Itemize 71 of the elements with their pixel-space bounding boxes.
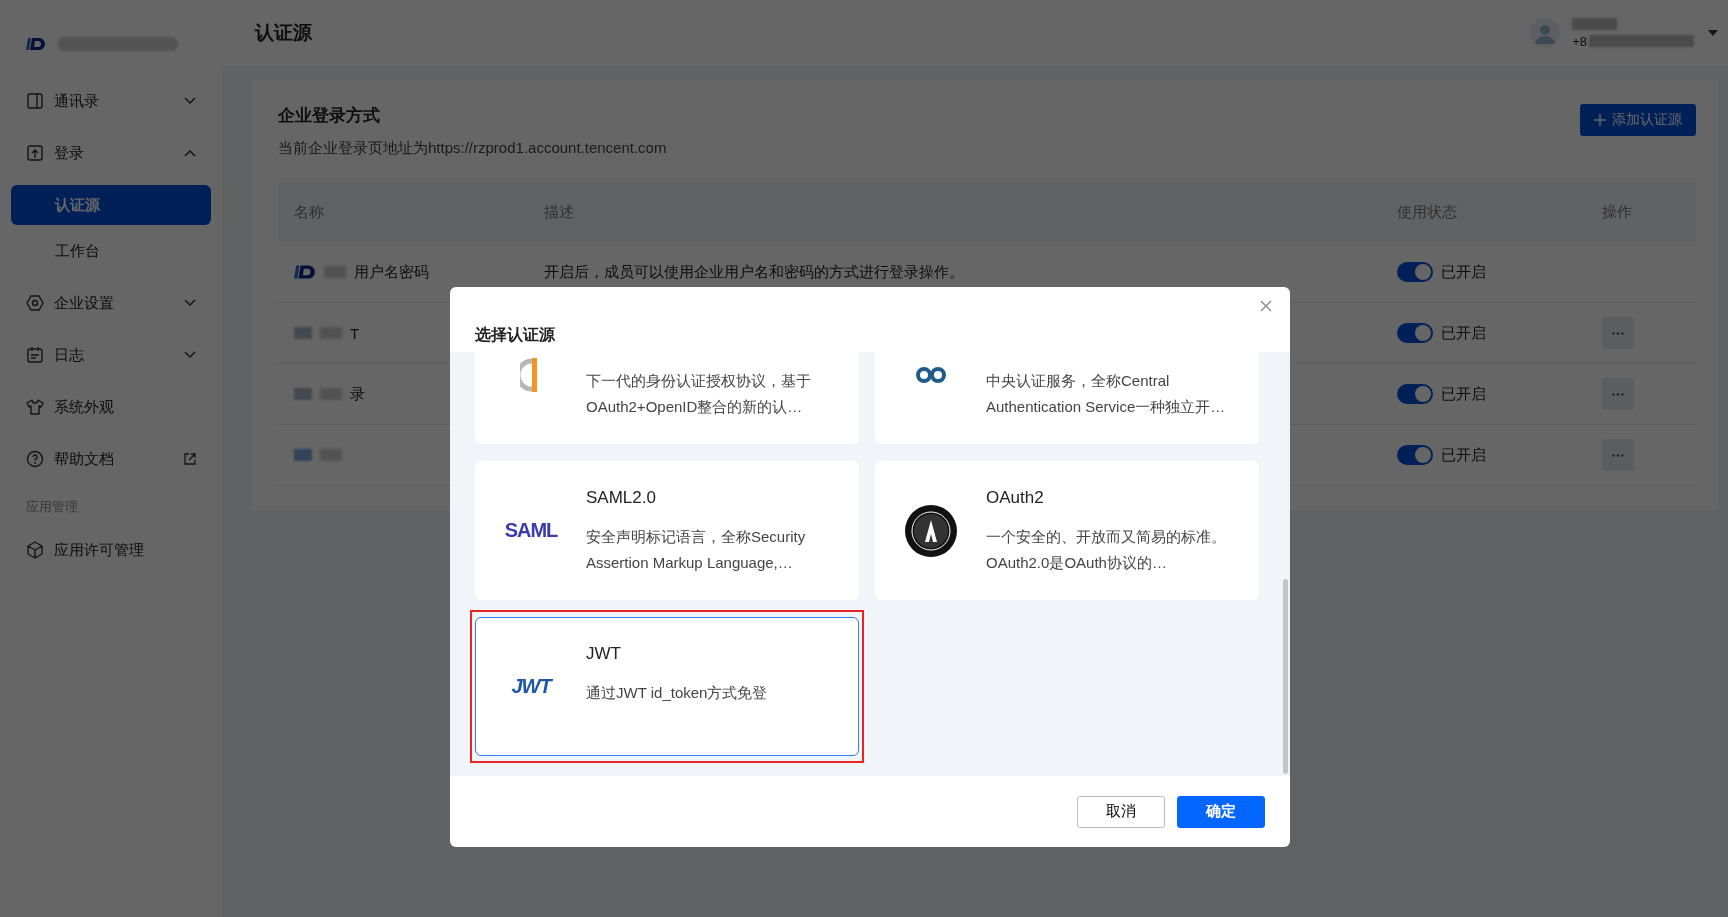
card-title: SAML2.0 bbox=[586, 488, 657, 509]
logo-icon bbox=[26, 36, 46, 52]
blurred-icon bbox=[294, 327, 312, 339]
source-name: T bbox=[350, 324, 360, 342]
avatar-icon[interactable] bbox=[1530, 18, 1561, 48]
sidebar-item[interactable]: 帮助文档 bbox=[0, 433, 222, 485]
caret-icon[interactable] bbox=[1708, 30, 1718, 36]
chevron-icon[interactable] bbox=[184, 299, 196, 307]
card-description: 安全声明标记语言，全称Security Assertion Markup Language,… bbox=[586, 527, 807, 573]
logo-icon bbox=[294, 263, 316, 281]
chevron-icon[interactable] bbox=[184, 351, 196, 359]
page-title: 认证源 bbox=[255, 21, 312, 45]
toggle-switch[interactable] bbox=[1397, 262, 1433, 282]
status-text: 已开启 bbox=[1441, 262, 1486, 282]
table-cell: 开启后，成员可以使用企业用户名和密码的方式进行登录操作。 bbox=[544, 262, 964, 282]
section-title: 企业登录方式 bbox=[278, 105, 381, 127]
folder-icon bbox=[294, 449, 312, 461]
sidebar-item[interactable]: 日志 bbox=[0, 329, 222, 381]
more-icon bbox=[1612, 331, 1624, 335]
toggle-switch[interactable] bbox=[1397, 445, 1433, 465]
sidebar-item[interactable]: 登录 bbox=[0, 127, 222, 179]
sidebar-subitem[interactable]: 工作台 bbox=[11, 231, 211, 271]
dialog-title: 选择认证源 bbox=[475, 325, 555, 345]
toggle-switch[interactable] bbox=[1397, 384, 1433, 404]
source-name: 录 bbox=[350, 384, 365, 404]
status-text: 已开启 bbox=[1441, 323, 1486, 343]
shirt-icon bbox=[26, 398, 44, 416]
card-description: 中央认证服务，全称Central Authentication Service一种独立开… bbox=[986, 371, 1227, 417]
upload-icon bbox=[26, 144, 44, 162]
external-link-icon bbox=[184, 453, 196, 465]
user-phone: +8 bbox=[1572, 33, 1587, 49]
status-text: 已开启 bbox=[1441, 445, 1486, 465]
cancel-button[interactable]: 取消 bbox=[1077, 795, 1165, 828]
scrollbar[interactable] bbox=[1283, 579, 1288, 774]
sidebar-item[interactable]: 应用许可管理 bbox=[0, 524, 222, 576]
status-text: 已开启 bbox=[1441, 384, 1486, 404]
source-name: 用户名密码 bbox=[354, 262, 429, 282]
card-description: 下一代的身份认证授权协议，基于OAuth2+OpenID整合的新的认… bbox=[586, 371, 812, 417]
card-description: 一个安全的、开放而又简易的标准。OAuth2.0是OAuth协议的… bbox=[986, 527, 1227, 573]
card-title: OAuth2 bbox=[986, 488, 1045, 509]
source-card[interactable]: JWT JWT 通过JWT id_token方式免登 bbox=[475, 617, 859, 756]
more-icon bbox=[1612, 392, 1624, 396]
card-description: 通过JWT id_token方式免登 bbox=[586, 683, 768, 703]
jwt-logo: JWT bbox=[511, 675, 551, 698]
badge-icon bbox=[904, 503, 958, 558]
close-icon[interactable] bbox=[1260, 300, 1272, 312]
chevron-icon[interactable] bbox=[184, 97, 196, 105]
login-url-text: 当前企业登录页地址为https://rzprod1.account.tencent.com bbox=[278, 139, 667, 158]
chevron-icon[interactable] bbox=[184, 149, 196, 157]
plus-icon bbox=[1594, 114, 1606, 126]
source-card[interactable]: 下一代的身份认证授权协议，基于OAuth2+OpenID整合的新的认… bbox=[475, 352, 859, 444]
source-card[interactable]: 中央认证服务，全称Central Authentication Service一种独立开… bbox=[875, 352, 1259, 444]
book-icon bbox=[26, 92, 44, 110]
sidebar-item[interactable]: 系统外观 bbox=[0, 381, 222, 433]
sidebar-item[interactable]: 通讯录 bbox=[0, 75, 222, 127]
card-title: JWT bbox=[586, 644, 622, 665]
saml-logo: SAML bbox=[504, 519, 558, 542]
sidebar-item[interactable]: 企业设置 bbox=[0, 277, 222, 329]
cube-icon bbox=[26, 541, 44, 559]
help-icon bbox=[26, 450, 44, 468]
calendar-icon bbox=[26, 346, 44, 364]
source-card[interactable]: SAML SAML2.0 安全声明标记语言，全称Security Assertion Markup Language,… bbox=[475, 461, 859, 600]
blurred-name bbox=[1572, 17, 1618, 30]
toggle-switch[interactable] bbox=[1397, 323, 1433, 343]
blurred-icon bbox=[294, 388, 312, 400]
add-source-button[interactable]: 添加认证源 bbox=[1580, 104, 1696, 136]
more-icon bbox=[1612, 453, 1624, 457]
confirm-button[interactable]: 确定 bbox=[1177, 795, 1265, 828]
sidebar-subitem[interactable]: 认证源 bbox=[11, 185, 211, 225]
hexagon-icon bbox=[26, 294, 44, 312]
source-card[interactable]: OAuth2 一个安全的、开放而又简易的标准。OAuth2.0是OAuth协议的… bbox=[875, 461, 1259, 600]
